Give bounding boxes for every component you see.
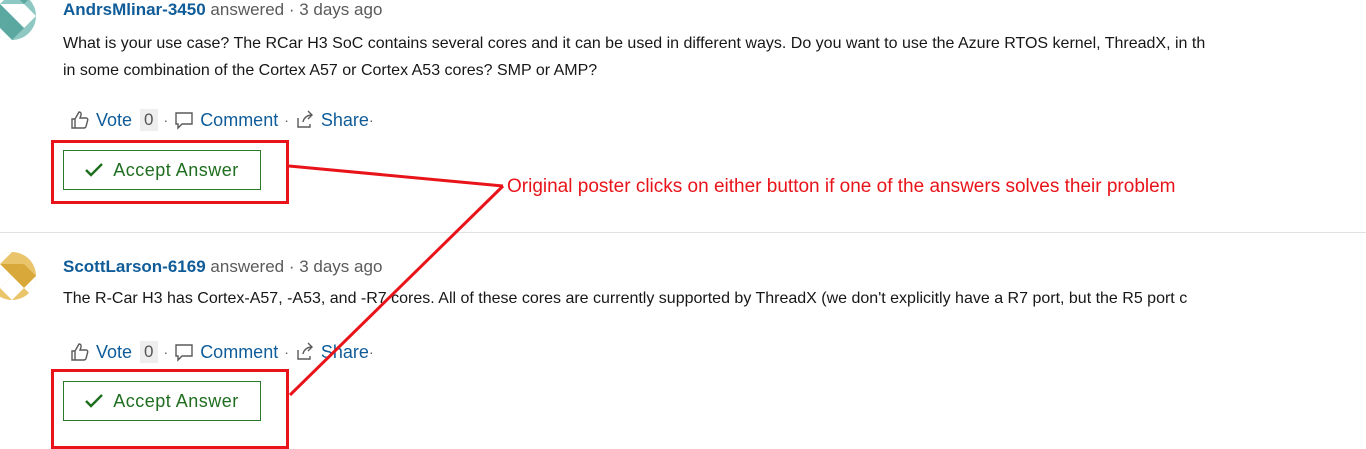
vote-label: Vote	[96, 109, 133, 130]
avatar[interactable]	[0, 252, 36, 300]
author-link[interactable]: ScottLarson-6169	[63, 257, 206, 276]
comment-label: Comment	[200, 109, 279, 130]
comment-button[interactable]: Comment	[174, 110, 278, 131]
answer-body: The R-Car H3 has Cortex-A57, -A53, and -…	[63, 285, 1187, 312]
comment-icon	[175, 112, 193, 130]
answer-meta: answered · 3 days ago	[210, 257, 383, 276]
separator: ·	[368, 112, 374, 128]
highlight-box-2	[51, 369, 289, 449]
answer-actions: Vote 0 · Comment · Share ·	[70, 341, 380, 363]
author-line: ScottLarson-6169 answered · 3 days ago	[63, 257, 382, 277]
separator: ·	[163, 344, 169, 360]
vote-count: 0	[140, 341, 158, 363]
answer-actions: Vote 0 · Comment · Share ·	[70, 109, 380, 131]
vote-button[interactable]: Vote	[70, 110, 132, 131]
answer-body-line: in some combination of the Cortex A57 or…	[63, 62, 598, 79]
author-line: AndrsMlinar-3450 answered · 3 days ago	[63, 0, 382, 20]
answer-divider	[0, 232, 1366, 233]
thumbs-up-icon	[71, 111, 89, 129]
annotation-text: Original poster clicks on either button …	[507, 176, 1176, 197]
comment-button[interactable]: Comment	[174, 342, 278, 363]
thumbs-up-icon	[71, 343, 89, 361]
answer-body: What is your use case? The RCar H3 SoC c…	[63, 30, 1205, 84]
vote-count: 0	[140, 109, 158, 131]
vote-label: Vote	[96, 341, 133, 362]
separator: ·	[368, 344, 374, 360]
separator: ·	[163, 112, 169, 128]
share-icon	[297, 342, 313, 360]
author-link[interactable]: AndrsMlinar-3450	[63, 0, 206, 19]
answer-meta: answered · 3 days ago	[210, 0, 383, 19]
comment-icon	[175, 344, 193, 362]
share-button[interactable]: Share	[295, 110, 369, 131]
share-label: Share	[320, 341, 369, 362]
answer-body-line: What is your use case? The RCar H3 SoC c…	[63, 35, 1206, 52]
answer-body-line: The R-Car H3 has Cortex-A57, -A53, and -…	[63, 290, 1188, 307]
avatar[interactable]	[0, 0, 36, 40]
vote-button[interactable]: Vote	[70, 342, 132, 363]
separator: ·	[284, 112, 289, 128]
comment-label: Comment	[200, 341, 279, 362]
share-icon	[297, 110, 313, 128]
separator: ·	[284, 344, 289, 360]
share-button[interactable]: Share	[295, 342, 369, 363]
share-label: Share	[320, 109, 369, 130]
annotation-line-1	[288, 164, 504, 188]
highlight-box-1	[51, 140, 289, 204]
